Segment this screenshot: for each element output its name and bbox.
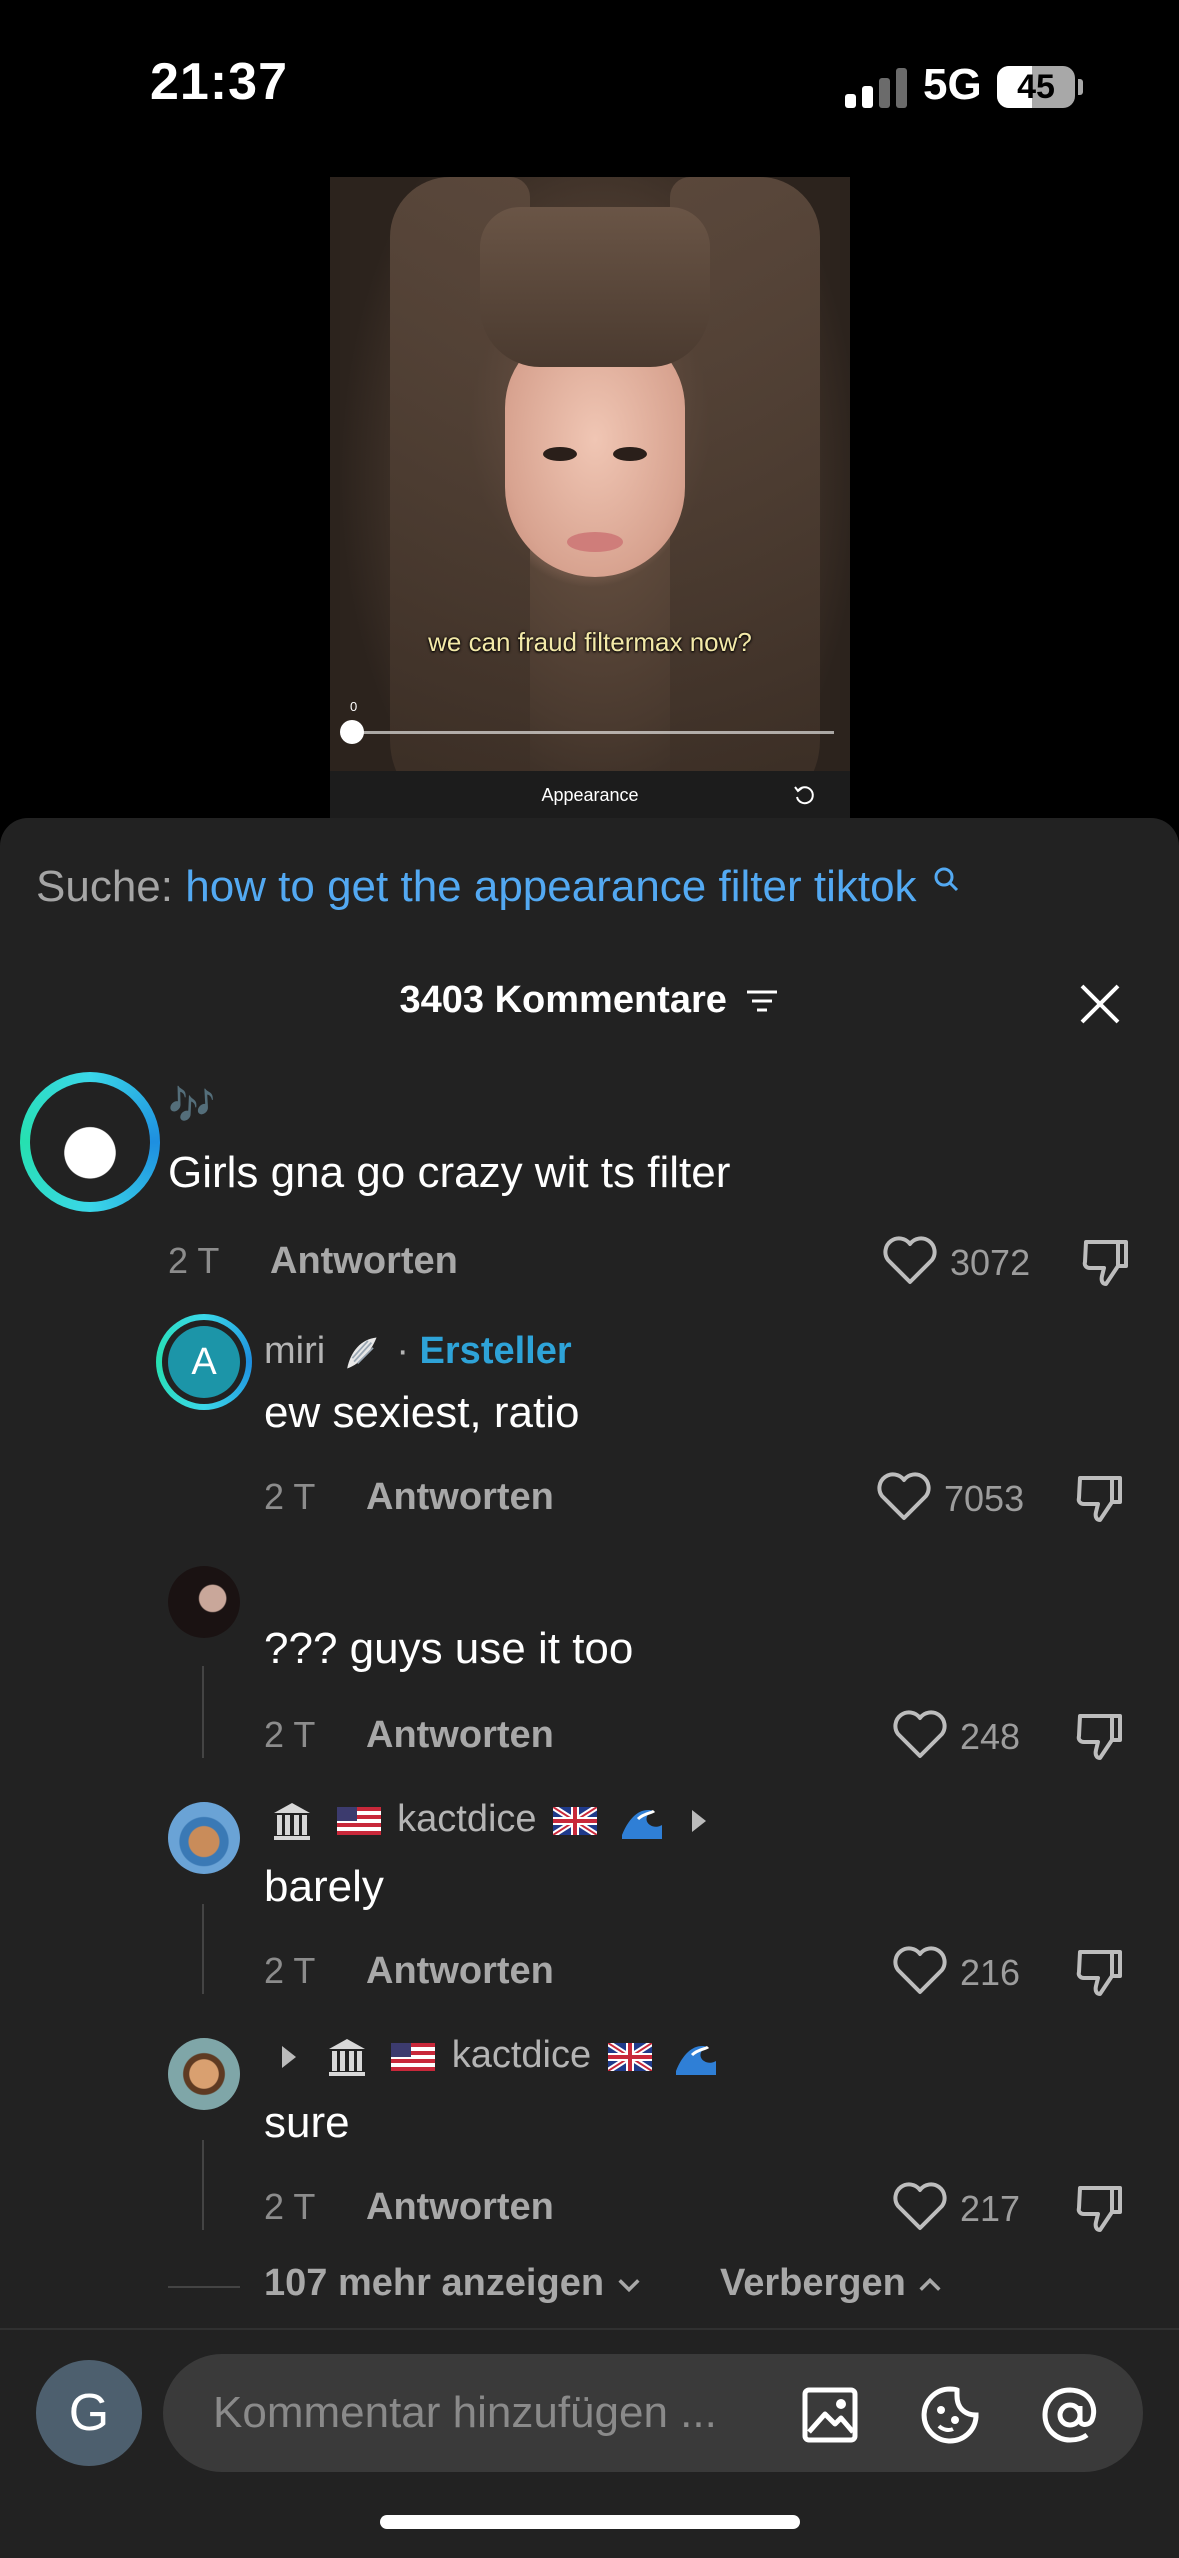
comment-username: kactdice	[264, 1798, 718, 1843]
search-suggestion[interactable]: Suche: how to get the appearance filter …	[36, 862, 959, 912]
avatar[interactable]	[168, 1802, 240, 1874]
thread-line	[202, 2140, 204, 2230]
thread-divider	[168, 2286, 240, 2288]
heart-icon[interactable]	[892, 1946, 948, 1996]
username-text[interactable]: kactdice	[452, 2034, 591, 2076]
like-count: 248	[960, 1716, 1021, 1757]
like-count: 3072	[950, 1242, 1031, 1283]
reply-button[interactable]: Antworten	[366, 1476, 554, 1519]
show-more-label: 107 mehr anzeigen	[264, 2262, 605, 2304]
image-icon[interactable]	[799, 2384, 861, 2446]
avatar[interactable]	[168, 2038, 240, 2110]
thread-line	[202, 1666, 204, 1758]
creator-badge: Ersteller	[419, 1330, 572, 1372]
clock: 21:37	[150, 53, 288, 111]
comment-age: 2 T	[264, 1950, 316, 1991]
video-bangs	[480, 207, 710, 367]
video-caption: we can fraud filtermax now?	[428, 627, 752, 657]
effect-slider-track[interactable]	[346, 731, 834, 734]
reply-button[interactable]: Antworten	[366, 1714, 554, 1757]
like-count: 216	[960, 1952, 1021, 1993]
uk-flag-icon	[553, 1806, 598, 1835]
reply-button[interactable]: Antworten	[366, 1950, 554, 1993]
dislike-icon[interactable]	[1074, 1472, 1126, 1526]
classical-building-icon	[328, 2038, 365, 2076]
reset-icon[interactable]	[792, 783, 816, 807]
like-count: 217	[960, 2188, 1021, 2229]
reply-button[interactable]: Antworten	[270, 1240, 458, 1283]
search-icon	[934, 867, 958, 892]
comment-age: 2 T	[264, 1476, 316, 1517]
search-query[interactable]: how to get the appearance filter tiktok	[185, 862, 916, 911]
avatar-initial: A	[168, 1326, 240, 1398]
username-text[interactable]: miri	[264, 1330, 325, 1372]
current-user-avatar[interactable]: G	[36, 2360, 142, 2466]
like-count: 7053	[944, 1478, 1025, 1519]
signal-icon	[845, 68, 907, 108]
chevron-down-icon	[618, 2279, 640, 2293]
play-triangle-icon	[282, 2045, 296, 2068]
effect-label: Appearance	[541, 785, 639, 805]
badge-separator: ·	[396, 1330, 409, 1372]
status-bar: 21:37 5G 45	[0, 0, 1179, 175]
comment-count-row: 3403 Kommentare	[0, 978, 1179, 1022]
video-preview[interactable]: we can fraud filtermax now? 0 Appearance	[330, 177, 850, 820]
comment-age: 2 T	[264, 1714, 316, 1755]
classical-building-icon	[274, 1802, 310, 1840]
comment-username: kactdice	[264, 2034, 724, 2079]
comments-sheet: Suche: how to get the appearance filter …	[0, 818, 1179, 2556]
heart-icon[interactable]	[892, 1710, 948, 1760]
slider-value: 0	[350, 699, 358, 714]
play-triangle-icon	[692, 1809, 707, 1832]
comment-input[interactable]: Kommentar hinzufügen ...	[163, 2354, 1143, 2472]
effect-bar: Appearance	[330, 771, 850, 820]
comment-text: ??? guys use it too	[264, 1624, 634, 1673]
comment-text: sure	[264, 2098, 350, 2147]
comment-text: ew sexiest, ratio	[264, 1388, 580, 1437]
dislike-icon[interactable]	[1074, 1710, 1126, 1764]
chevron-up-icon	[919, 2277, 942, 2291]
us-flag-icon	[336, 1806, 381, 1835]
comment-username: miri · Ersteller	[264, 1330, 572, 1373]
reply-button[interactable]: Antworten	[366, 2186, 554, 2229]
comment-count: 3403 Kommentare	[399, 979, 727, 1022]
show-more-replies-button[interactable]: 107 mehr anzeigen	[264, 2262, 643, 2305]
sort-filter-icon[interactable]	[745, 986, 779, 1016]
comment-input-placeholder[interactable]: Kommentar hinzufügen ...	[213, 2354, 717, 2472]
us-flag-icon	[391, 2042, 436, 2071]
thread-line	[202, 1904, 204, 1994]
username-text[interactable]: kactdice	[397, 1798, 536, 1840]
wing-icon	[346, 1337, 377, 1369]
avatar[interactable]	[168, 1566, 240, 1638]
avatar-image	[36, 1088, 144, 1196]
comment-text: Girls gna go crazy wit ts filter	[168, 1148, 731, 1197]
dislike-icon[interactable]	[1080, 1236, 1132, 1290]
effect-slider-knob[interactable]	[340, 720, 364, 744]
dislike-icon[interactable]	[1074, 2182, 1126, 2236]
wave-icon	[676, 2045, 717, 2075]
hide-replies-button[interactable]: Verbergen	[720, 2262, 944, 2305]
wave-icon	[621, 1809, 662, 1839]
sticker-icon[interactable]	[919, 2384, 981, 2446]
home-indicator	[380, 2515, 800, 2529]
comment-emoji: 🎶	[168, 1085, 216, 1127]
hide-label: Verbergen	[720, 2262, 906, 2304]
search-prefix: Suche:	[36, 862, 173, 911]
dislike-icon[interactable]	[1074, 1946, 1126, 2000]
battery-icon: 45	[997, 66, 1075, 108]
heart-icon[interactable]	[892, 2182, 948, 2232]
battery-tip	[1078, 79, 1083, 95]
mention-icon[interactable]	[1039, 2384, 1101, 2446]
heart-icon[interactable]	[876, 1472, 932, 1522]
heart-icon[interactable]	[882, 1236, 938, 1286]
comment-text: barely	[264, 1862, 384, 1911]
battery-level: 45	[1017, 68, 1055, 106]
comment-age: 2 T	[168, 1240, 220, 1281]
uk-flag-icon	[607, 2042, 652, 2071]
network-type: 5G	[923, 60, 982, 109]
comment-age: 2 T	[264, 2186, 316, 2227]
close-icon[interactable]	[1078, 982, 1122, 1026]
